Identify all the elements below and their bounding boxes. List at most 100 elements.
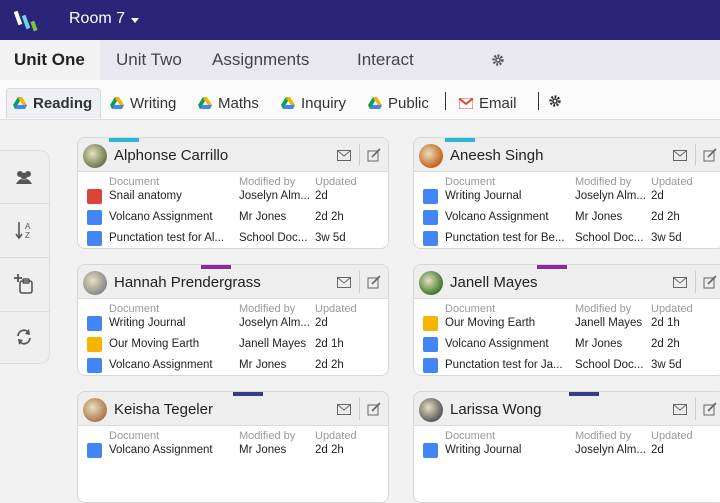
document-row[interactable]: Writing Journal Joselyn Alm... 2d	[414, 187, 720, 207]
tab-maths[interactable]: Maths	[192, 88, 265, 118]
add-to-folder-button[interactable]	[12, 272, 36, 296]
header-divider	[695, 398, 696, 420]
group-users-button[interactable]	[12, 165, 36, 189]
updated-time: 2d	[315, 190, 328, 202]
side-divider	[0, 257, 50, 258]
document-row[interactable]: Writing Journal Joselyn Alm... 2d	[414, 441, 720, 461]
document-row[interactable]: Punctation test for Ja... School Doc... 3w…	[414, 356, 720, 375]
updated-time: 3w 5d	[651, 359, 682, 371]
updated-time: 2d 2h	[315, 211, 344, 223]
tab-assignments[interactable]: Assignments	[212, 40, 309, 80]
tab-inquiry-label: Inquiry	[301, 94, 347, 112]
tab-writing[interactable]: Writing	[104, 88, 182, 118]
document-name: Snail anatomy	[109, 190, 182, 202]
docs-file-icon	[423, 231, 438, 246]
edit-student-button[interactable]	[363, 144, 385, 166]
document-row[interactable]: Snail anatomy Joselyn Alm... 2d	[78, 187, 388, 207]
room-selector[interactable]: Room 7	[69, 10, 140, 28]
updated-time: 2d	[315, 317, 328, 329]
slides-file-icon	[423, 316, 438, 331]
document-row[interactable]: Volcano Assignment Mr Jones 2d 2h	[414, 335, 720, 355]
student-card: Larissa Wong Document Modified by Updated W…	[413, 391, 720, 503]
drawing-file-icon	[87, 189, 102, 204]
document-name: Writing Journal	[445, 444, 522, 456]
edit-student-button[interactable]	[699, 144, 720, 166]
document-name: Volcano Assignment	[445, 338, 549, 350]
modified-by: Joselyn Alm...	[239, 190, 310, 202]
edit-icon	[703, 275, 717, 289]
edit-student-button[interactable]	[363, 398, 385, 420]
document-row[interactable]: Our Moving Earth Janell Mayes 2d 1h	[414, 314, 720, 334]
header-divider	[695, 144, 696, 166]
tab-unit-one[interactable]: Unit One	[0, 40, 100, 80]
document-row[interactable]: Writing Journal Joselyn Alm... 2d	[78, 314, 388, 334]
student-card: Hannah Prendergrass Document Modified by U…	[77, 264, 389, 376]
mail-icon	[673, 276, 687, 288]
document-row[interactable]: Volcano Assignment Mr Jones 2d 2h	[414, 208, 720, 228]
tab-writing-label: Writing	[130, 94, 177, 112]
modified-by: Mr Jones	[239, 444, 287, 456]
student-card-header: Janell Mayes	[414, 265, 720, 299]
tab-public-label: Public	[388, 94, 429, 112]
modified-by: Janell Mayes	[575, 317, 643, 329]
app-logo-icon[interactable]	[14, 7, 40, 33]
edit-student-button[interactable]	[363, 271, 385, 293]
add-folder-icon	[14, 274, 33, 294]
svg-text:A: A	[25, 222, 31, 231]
tab-email[interactable]: Email	[453, 88, 523, 118]
document-name: Volcano Assignment	[109, 444, 213, 456]
updated-time: 2d	[651, 444, 664, 456]
document-row[interactable]: Volcano Assignment Mr Jones 2d 2h	[78, 208, 388, 228]
sort-az-button[interactable]: A Z	[12, 218, 36, 242]
tab-maths-label: Maths	[218, 94, 259, 112]
email-student-button[interactable]	[333, 144, 355, 166]
header-divider	[359, 398, 360, 420]
tab-divider	[445, 92, 446, 110]
document-row[interactable]: Punctation test for Al... School Doc... 3w…	[78, 229, 388, 248]
student-name: Hannah Prendergrass	[114, 274, 261, 291]
modified-by: Janell Mayes	[239, 338, 307, 350]
edit-student-button[interactable]	[699, 398, 720, 420]
tab-unit-two[interactable]: Unit Two	[116, 40, 182, 80]
email-student-button[interactable]	[669, 144, 691, 166]
document-name: Volcano Assignment	[109, 359, 213, 371]
modified-by: Joselyn Alm...	[575, 190, 646, 202]
document-name: Writing Journal	[109, 317, 186, 329]
group-color-strip	[569, 392, 599, 396]
tab-reading[interactable]: Reading	[6, 88, 101, 118]
document-row[interactable]: Volcano Assignment Mr Jones 2d 2h	[78, 356, 388, 375]
group-color-strip	[537, 265, 567, 269]
tab-email-label: Email	[479, 94, 517, 112]
email-student-button[interactable]	[333, 271, 355, 293]
tab-interact[interactable]: Interact	[357, 40, 414, 80]
refresh-button[interactable]	[12, 325, 36, 349]
google-drive-icon	[198, 96, 212, 109]
tab-divider	[538, 92, 539, 110]
edit-icon	[367, 275, 381, 289]
document-row[interactable]: Our Moving Earth Janell Mayes 2d 1h	[78, 335, 388, 355]
document-name: Punctation test for Ja...	[445, 359, 563, 371]
document-name: Punctation test for Be...	[445, 232, 565, 244]
student-name: Larissa Wong	[450, 401, 542, 418]
email-student-button[interactable]	[669, 398, 691, 420]
document-row[interactable]: Volcano Assignment Mr Jones 2d 2h	[78, 441, 388, 461]
email-student-button[interactable]	[333, 398, 355, 420]
google-drive-icon	[13, 97, 27, 109]
mail-icon	[673, 403, 687, 415]
student-avatar	[83, 398, 107, 422]
document-name: Writing Journal	[445, 190, 522, 202]
google-drive-icon	[110, 96, 124, 109]
unit-settings-gear-icon[interactable]	[491, 53, 505, 67]
tab-public[interactable]: Public	[362, 88, 435, 118]
sort-az-icon: A Z	[15, 222, 31, 240]
student-name: Keisha Tegeler	[114, 401, 213, 418]
edit-student-button[interactable]	[699, 271, 720, 293]
tab-inquiry[interactable]: Inquiry	[275, 88, 352, 118]
email-student-button[interactable]	[669, 271, 691, 293]
document-row[interactable]: Punctation test for Be... School Doc... 3w…	[414, 229, 720, 248]
modified-by: Joselyn Alm...	[575, 444, 646, 456]
tab-settings-gear-icon[interactable]	[548, 94, 562, 108]
modified-by: Joselyn Alm...	[239, 317, 310, 329]
student-avatar	[419, 271, 443, 295]
chevron-down-icon	[131, 17, 140, 23]
